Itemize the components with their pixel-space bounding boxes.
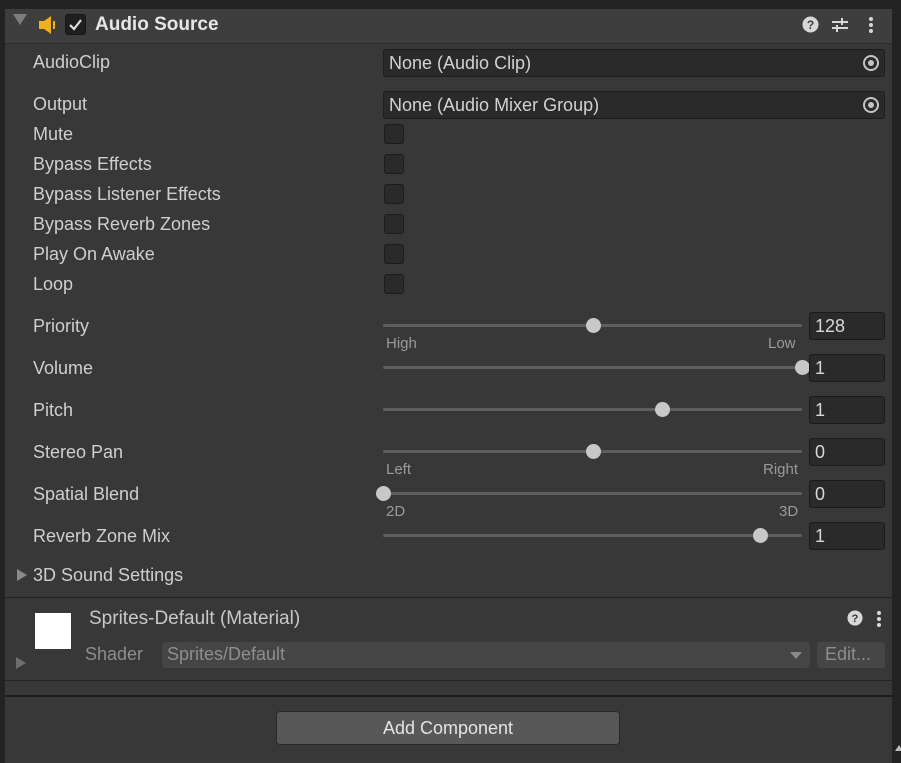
scrollbar-track[interactable]	[892, 0, 901, 763]
bypass-listener-effects-label: Bypass Listener Effects	[33, 184, 221, 204]
reverb-zone-mix-value: 1	[815, 526, 826, 546]
pitch-value: 1	[815, 400, 826, 420]
spatial-blend-slider[interactable]	[376, 486, 802, 501]
help-icon[interactable]: ?	[802, 16, 819, 38]
object-picker-icon[interactable]	[863, 97, 879, 113]
output-field[interactable]: None (Audio Mixer Group)	[383, 91, 885, 119]
expand-arrow-icon[interactable]	[17, 569, 27, 581]
shader-value: Sprites/Default	[167, 644, 286, 664]
slider-thumb[interactable]	[753, 528, 769, 543]
slider-thumb[interactable]	[585, 318, 601, 333]
window-top-border	[5, 0, 892, 9]
slider-thumb[interactable]	[376, 486, 391, 501]
loop-label: Loop	[33, 274, 74, 294]
mute-label: Mute	[33, 124, 74, 144]
add-component-button[interactable]: Add Component	[276, 711, 620, 745]
shader-dropdown[interactable]: Sprites/Default	[162, 642, 810, 668]
volume-value: 1	[815, 358, 826, 378]
slider-thumb[interactable]	[795, 360, 810, 375]
audioclip-label: AudioClip	[33, 52, 111, 72]
bypass-effects-checkbox[interactable]	[384, 154, 404, 174]
stereo-pan-input[interactable]: 0	[809, 438, 885, 466]
spatial-blend-value: 0	[815, 484, 826, 504]
window-left-border	[0, 0, 5, 763]
bypass-listener-effects-checkbox[interactable]	[384, 184, 404, 204]
section-divider	[5, 597, 892, 598]
stereo-pan-max-label: Right	[763, 461, 799, 478]
more-menu-icon[interactable]	[868, 16, 874, 39]
component-enabled-checkbox[interactable]	[65, 14, 86, 35]
audioclip-field[interactable]: None (Audio Clip)	[383, 49, 885, 77]
priority-value: 128	[815, 316, 846, 336]
reverb-zone-mix-input[interactable]: 1	[809, 522, 885, 550]
play-on-awake-label: Play On Awake	[33, 244, 155, 264]
volume-slider[interactable]	[383, 360, 810, 375]
shader-label: Shader	[85, 644, 144, 664]
audioclip-value: None (Audio Clip)	[389, 53, 532, 73]
priority-min-label: High	[386, 335, 417, 352]
speaker-icon	[38, 15, 56, 35]
spatial-blend-min-label: 2D	[386, 503, 406, 520]
volume-input[interactable]: 1	[809, 354, 885, 382]
pitch-input[interactable]: 1	[809, 396, 885, 424]
presets-icon[interactable]	[831, 16, 849, 39]
material-expand-arrow-icon[interactable]	[16, 657, 26, 669]
reverb-zone-mix-slider[interactable]	[383, 528, 802, 543]
3d-sound-settings-foldout[interactable]: 3D Sound Settings	[33, 565, 183, 586]
play-on-awake-checkbox[interactable]	[384, 244, 404, 264]
checkmark-icon	[69, 19, 82, 31]
output-label: Output	[33, 94, 88, 114]
priority-max-label: Low	[768, 335, 796, 352]
slider-thumb[interactable]	[585, 444, 601, 459]
reverb-zone-mix-label: Reverb Zone Mix	[33, 526, 171, 546]
component-title: Audio Source	[95, 14, 219, 35]
material-title: Sprites-Default (Material)	[89, 608, 301, 629]
volume-label: Volume	[33, 358, 94, 378]
section-divider	[5, 680, 892, 681]
priority-input[interactable]: 128	[809, 312, 885, 340]
collapse-arrow-icon[interactable]	[13, 14, 27, 25]
add-component-label: Add Component	[382, 718, 514, 738]
priority-slider[interactable]	[383, 318, 802, 333]
dropdown-arrow-icon	[790, 652, 802, 659]
stereo-pan-label: Stereo Pan	[33, 442, 124, 462]
spatial-blend-max-label: 3D	[779, 503, 799, 520]
spatial-blend-input[interactable]: 0	[809, 480, 885, 508]
bypass-reverb-zones-label: Bypass Reverb Zones	[33, 214, 211, 234]
loop-checkbox[interactable]	[384, 274, 404, 294]
output-value: None (Audio Mixer Group)	[389, 95, 600, 115]
spatial-blend-label: Spatial Blend	[33, 484, 140, 504]
scroll-arrow-icon[interactable]	[895, 745, 901, 751]
object-picker-icon[interactable]	[863, 55, 879, 71]
edit-shader-button[interactable]: Edit...	[817, 642, 885, 668]
help-icon[interactable]: ?	[847, 610, 863, 631]
svg-text:?: ?	[807, 18, 814, 32]
bypass-reverb-zones-checkbox[interactable]	[384, 214, 404, 234]
pitch-slider[interactable]	[383, 402, 802, 417]
pitch-label: Pitch	[33, 400, 74, 420]
edit-label: Edit...	[825, 644, 872, 664]
priority-label: Priority	[33, 316, 90, 336]
section-divider	[5, 695, 892, 697]
stereo-pan-min-label: Left	[386, 461, 412, 478]
material-preview-swatch	[35, 613, 71, 649]
svg-text:?: ?	[852, 613, 859, 625]
stereo-pan-value: 0	[815, 442, 826, 462]
bypass-effects-label: Bypass Effects	[33, 154, 152, 174]
mute-checkbox[interactable]	[384, 124, 404, 144]
more-menu-icon[interactable]	[876, 610, 882, 633]
stereo-pan-slider[interactable]	[383, 444, 802, 459]
slider-thumb[interactable]	[655, 402, 671, 417]
